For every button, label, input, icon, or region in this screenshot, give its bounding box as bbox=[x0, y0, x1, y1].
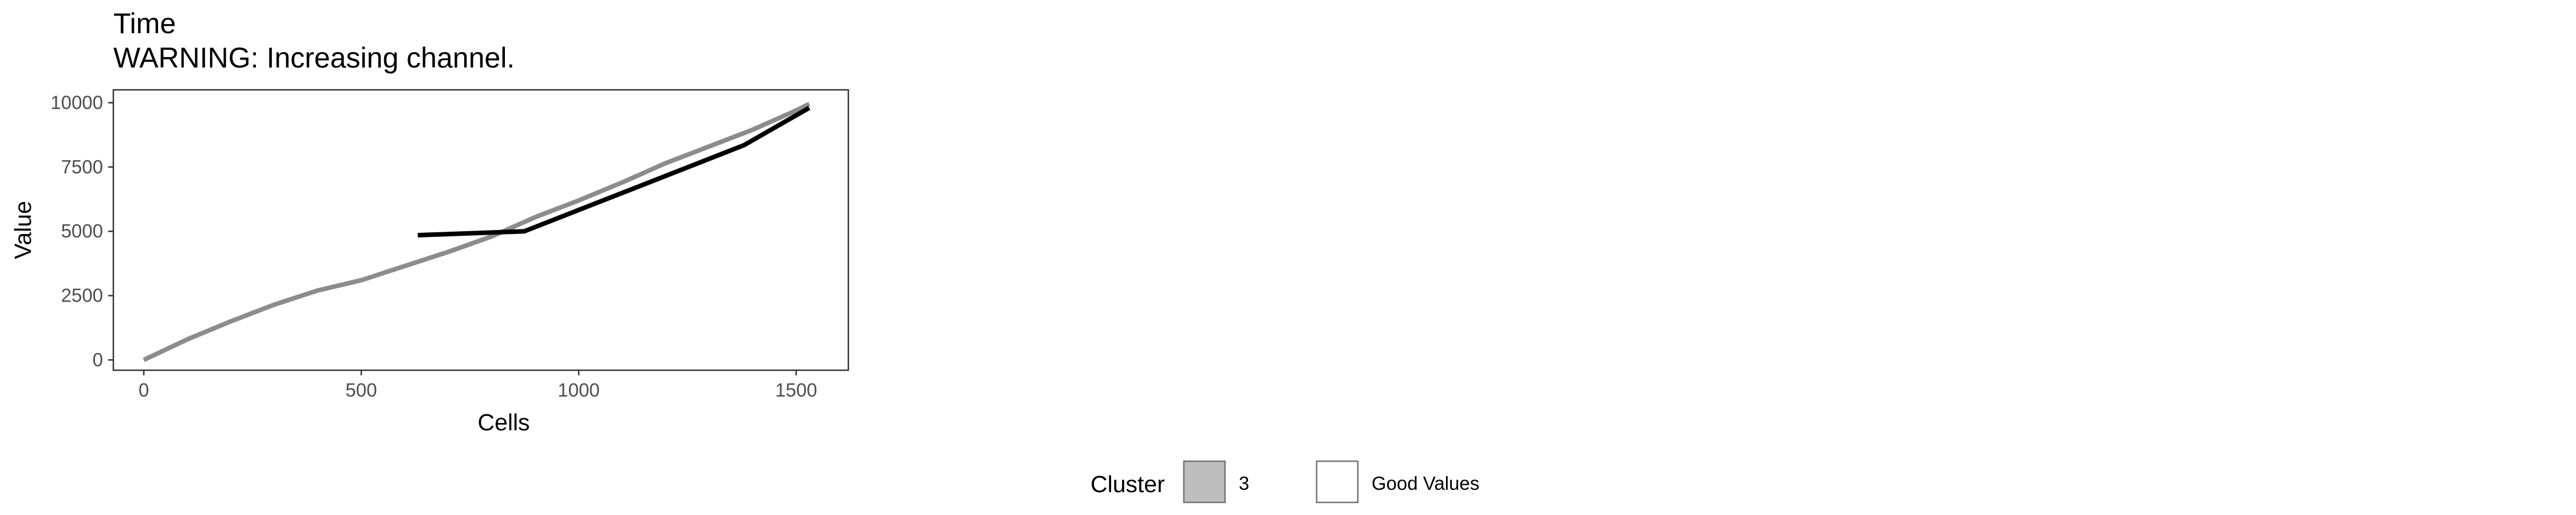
y-tick-label: 5000 bbox=[61, 220, 103, 241]
x-axis-title: Cells bbox=[477, 409, 530, 435]
y-tick-label: 7500 bbox=[61, 156, 103, 177]
y-tick-label: 2500 bbox=[61, 285, 103, 306]
x-tick-label: 1500 bbox=[775, 379, 817, 401]
y-axis: 0 2500 5000 7500 10000 bbox=[50, 92, 113, 370]
x-tick-label: 0 bbox=[139, 379, 149, 401]
x-tick-label: 1000 bbox=[558, 379, 599, 401]
legend-label-cluster-3: 3 bbox=[1239, 473, 1249, 494]
chart-subtitle: WARNING: Increasing channel. bbox=[113, 42, 515, 74]
legend: Cluster 3 Good Values bbox=[1091, 460, 1479, 504]
legend-key-cluster-3 bbox=[1183, 460, 1226, 504]
legend-key-good-values bbox=[1315, 460, 1359, 504]
x-tick-label: 500 bbox=[346, 379, 377, 401]
plot-panel bbox=[112, 89, 850, 371]
chart-title: Time bbox=[113, 7, 176, 39]
y-tick-label: 10000 bbox=[50, 92, 103, 113]
legend-title: Cluster bbox=[1091, 471, 1165, 497]
x-axis: 0 500 1000 1500 bbox=[139, 370, 817, 401]
legend-label-good-values: Good Values bbox=[1372, 473, 1479, 494]
y-tick-label: 0 bbox=[93, 349, 103, 370]
chart: Time WARNING: Increasing channel. 0 500 10… bbox=[10, 7, 1479, 504]
y-axis-title: Value bbox=[10, 201, 36, 259]
